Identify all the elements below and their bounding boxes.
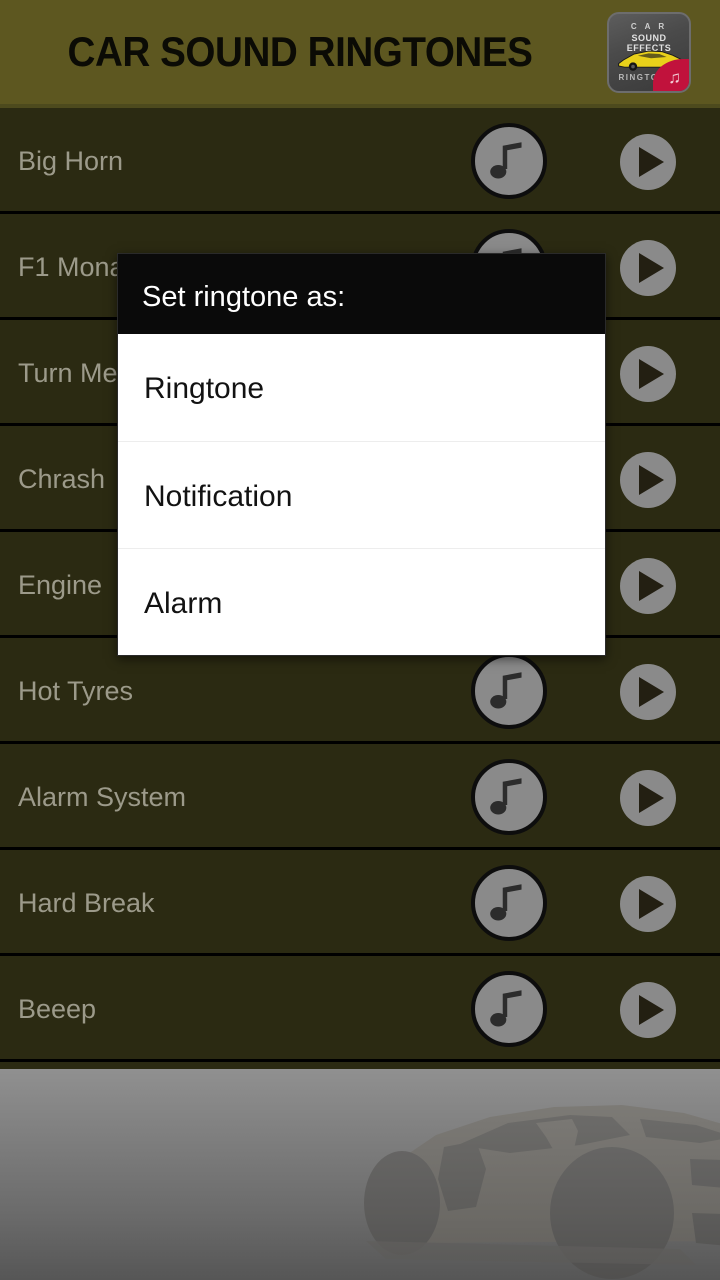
play-button[interactable] [620, 876, 676, 932]
play-button[interactable] [620, 346, 676, 402]
list-item-label: Chrash [18, 464, 106, 494]
play-button[interactable] [620, 134, 676, 190]
play-button[interactable] [620, 982, 676, 1038]
app-screen: CAR SOUND RINGTONES C A R SOUND EFFECTS … [0, 0, 720, 1280]
set-ringtone-button[interactable] [471, 653, 547, 729]
app-icon: C A R SOUND EFFECTS RINGTONES ♫ [607, 12, 691, 93]
app-icon-line1: C A R [630, 22, 668, 31]
play-icon [639, 465, 664, 495]
list-item[interactable]: Beeep [0, 956, 720, 1062]
list-item-label: Hot Tyres [18, 676, 134, 706]
music-note-icon [490, 142, 522, 179]
dialog-option-label: Alarm [144, 587, 223, 620]
list-item-label: Big Horn [18, 146, 124, 176]
list-item[interactable]: Big Horn [0, 108, 720, 214]
sports-car-silhouette-icon [364, 1105, 720, 1279]
dialog-option-label: Notification [144, 480, 293, 513]
list-item[interactable]: Alarm System [0, 744, 720, 850]
music-note-icon [490, 884, 522, 921]
music-note-icon: ♫ [668, 68, 681, 87]
set-ringtone-button[interactable] [471, 123, 547, 199]
play-icon [639, 359, 664, 389]
play-button[interactable] [620, 452, 676, 508]
dialog-title-bar: Set ringtone as: [118, 254, 605, 334]
list-item-label: Engine [18, 570, 103, 600]
play-icon [639, 253, 664, 283]
play-icon [639, 677, 664, 707]
dialog-option[interactable]: Ringtone [118, 334, 605, 441]
dialog-option[interactable]: Notification [118, 441, 605, 548]
play-icon [639, 147, 664, 177]
play-icon [639, 783, 664, 813]
set-ringtone-button[interactable] [471, 865, 547, 941]
dialog-option[interactable]: Alarm [118, 548, 605, 655]
play-button[interactable] [620, 240, 676, 296]
music-note-icon [490, 778, 522, 815]
page-title: CAR SOUND RINGTONES [67, 28, 533, 75]
play-icon [639, 995, 664, 1025]
list-item[interactable]: Hard Break [0, 850, 720, 956]
list-item-label: Alarm System [18, 782, 187, 812]
music-note-icon [490, 672, 522, 709]
play-icon [639, 571, 664, 601]
dialog-option-list[interactable]: Ringtone Notification Alarm [118, 334, 605, 655]
play-icon [639, 889, 664, 919]
list-item-label: Beeep [18, 994, 97, 1024]
dialog-title: Set ringtone as: [142, 281, 346, 313]
set-ringtone-dialog[interactable]: Set ringtone as: Ringtone Notification Ala… [117, 253, 606, 656]
bottom-banner [0, 1069, 720, 1280]
play-button[interactable] [620, 770, 676, 826]
music-note-icon [490, 990, 522, 1027]
list-item-label: Hard Break [18, 888, 155, 918]
app-header: CAR SOUND RINGTONES C A R SOUND EFFECTS … [0, 0, 720, 104]
set-ringtone-button[interactable] [471, 759, 547, 835]
set-ringtone-button[interactable] [471, 971, 547, 1047]
play-button[interactable] [620, 558, 676, 614]
dialog-option-label: Ringtone [144, 372, 265, 405]
play-button[interactable] [620, 664, 676, 720]
